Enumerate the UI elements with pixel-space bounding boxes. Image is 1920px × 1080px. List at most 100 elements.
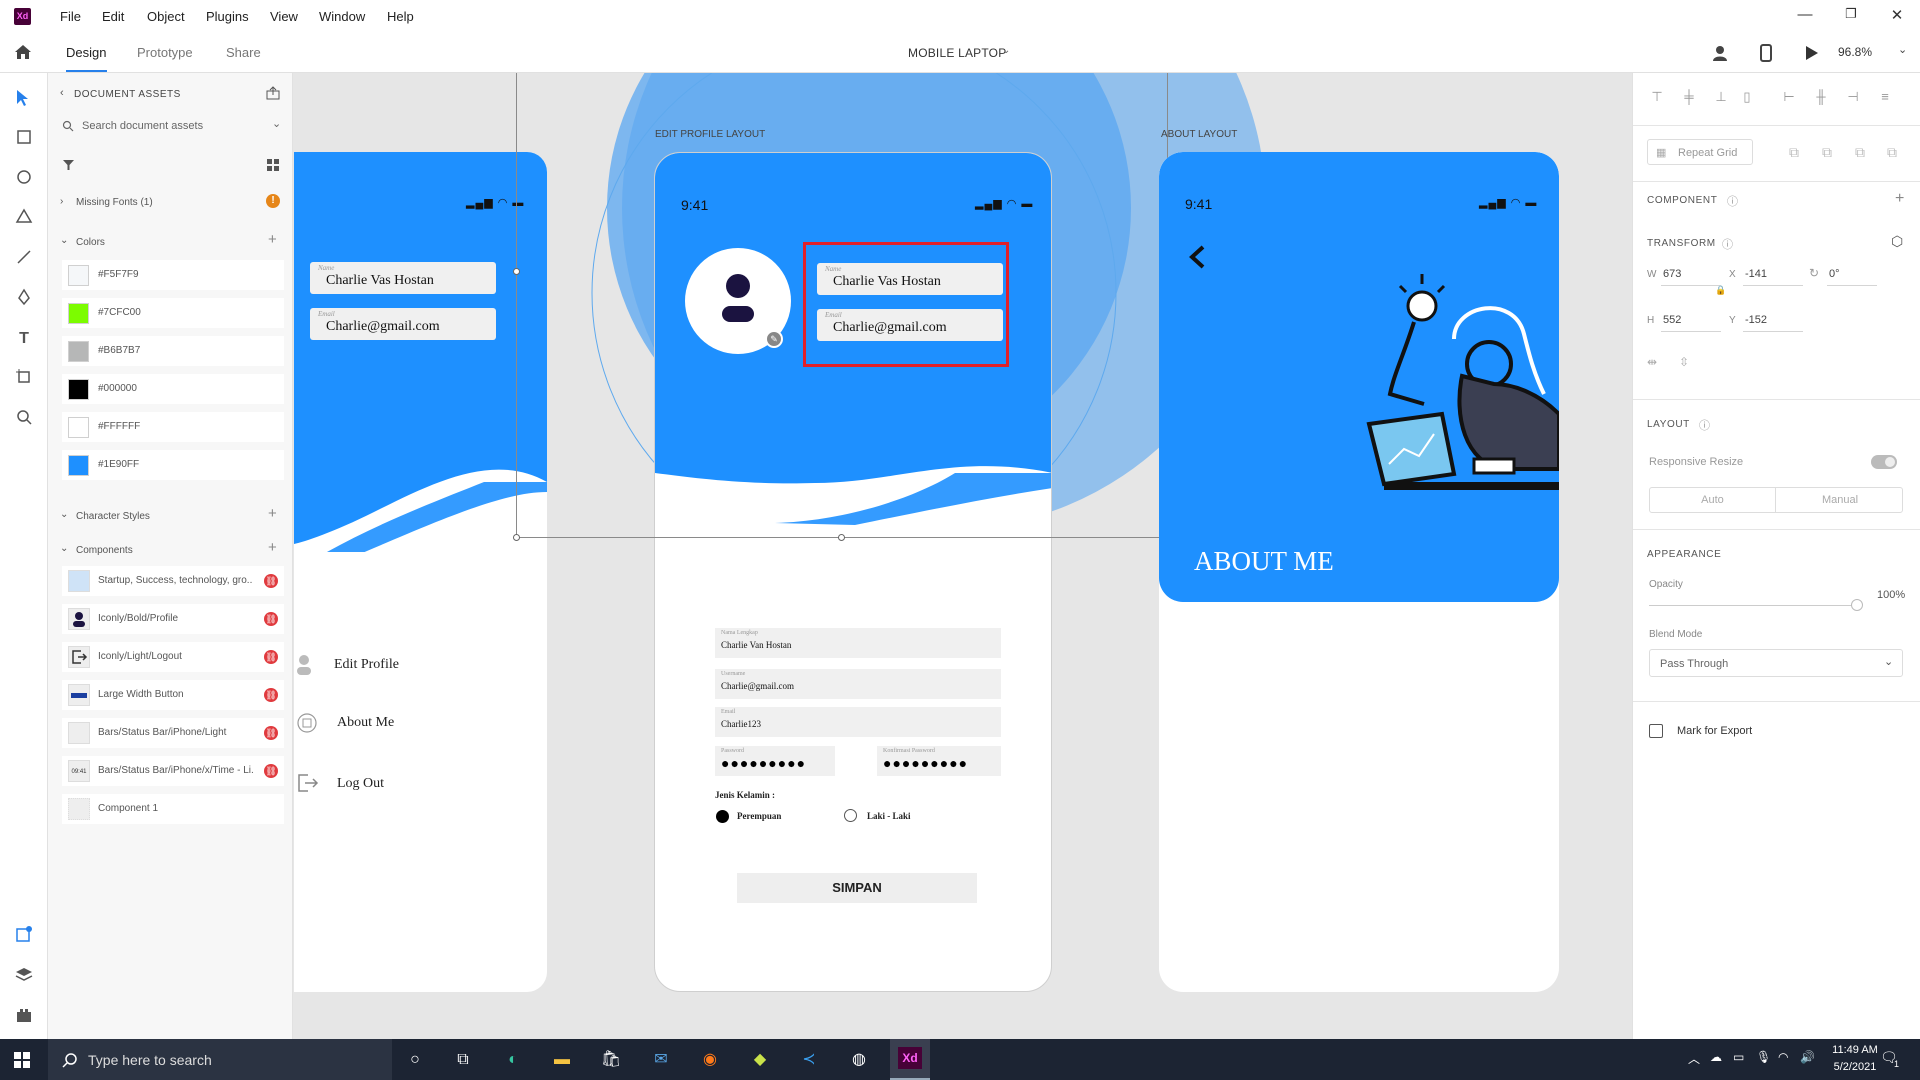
artboard-title-about[interactable]: ABOUT LAYOUT (1161, 129, 1237, 140)
info-icon[interactable]: ⓘ (1699, 417, 1710, 433)
close-icon[interactable]: ✕ (1882, 6, 1912, 24)
name-field[interactable]: Name Charlie Vas Hostan (817, 263, 1003, 295)
align-middle-icon[interactable]: ╪ (1681, 89, 1697, 105)
menu-help[interactable]: Help (387, 9, 414, 24)
edit-avatar-icon[interactable]: ✎ (765, 330, 783, 348)
back-chevron-icon[interactable]: ‹ (60, 87, 64, 99)
opacity-value[interactable]: 100% (1877, 589, 1905, 601)
menu-about-me[interactable]: About Me (337, 715, 394, 731)
boolean-add-icon[interactable]: ⧉ (1789, 144, 1799, 161)
steam-icon[interactable]: ◍ (846, 1047, 872, 1073)
microphone-icon[interactable]: 🎙 (1756, 1050, 1771, 1064)
task-view-icon[interactable]: ⧉ (450, 1047, 476, 1073)
text-tool-icon[interactable]: T (13, 328, 35, 350)
component-item[interactable]: Large Width Button ⛓ (62, 680, 284, 710)
component-item[interactable]: 09:41 Bars/Status Bar/iPhone/x/Time - Li.… (62, 756, 284, 786)
resize-handle[interactable] (838, 534, 845, 541)
align-top-icon[interactable]: ⊤ (1649, 89, 1665, 105)
auto-option[interactable]: Auto (1650, 488, 1776, 512)
tab-prototype[interactable]: Prototype (137, 45, 193, 60)
width-input[interactable]: 673 (1663, 268, 1681, 280)
search-options-chevron-icon[interactable]: ⌄ (272, 117, 281, 130)
polygon-tool-icon[interactable] (15, 208, 33, 224)
responsive-resize-toggle[interactable] (1871, 455, 1897, 469)
add-component-icon[interactable]: + (268, 539, 277, 556)
menu-file[interactable]: File (60, 9, 81, 24)
avatar[interactable]: ✎ (685, 248, 791, 354)
xd-taskbar-button[interactable]: Xd (890, 1039, 930, 1080)
menu-view[interactable]: View (270, 9, 298, 24)
volume-icon[interactable]: 🔊 (1800, 1050, 1815, 1064)
play-icon[interactable] (1805, 45, 1819, 61)
menu-log-out[interactable]: Log Out (337, 776, 384, 792)
save-button[interactable]: SIMPAN (737, 873, 977, 903)
mail-icon[interactable]: ✉ (648, 1047, 674, 1073)
resize-handle[interactable] (513, 268, 520, 275)
full-name-input[interactable]: Nama Lengkap Charlie Van Hostan (715, 628, 1001, 658)
align-left-icon[interactable]: ⊢ (1781, 89, 1797, 105)
line-tool-icon[interactable] (16, 249, 32, 265)
plugins-panel-icon[interactable] (15, 1007, 33, 1023)
add-component-icon[interactable]: + (1895, 190, 1904, 208)
add-color-icon[interactable]: + (268, 231, 277, 248)
email-field[interactable]: Email Charlie@gmail.com (310, 308, 496, 340)
radio-female[interactable] (716, 810, 729, 823)
home-icon[interactable] (14, 44, 32, 60)
component-item[interactable]: Startup, Success, technology, gro... ⛓ (62, 566, 284, 596)
device-preview-icon[interactable] (1760, 44, 1772, 62)
artboard-edit-profile[interactable]: 9:41 ▂▄▆ ◠ ▬ ✎ Name Charlie Vas Hostan E… (654, 152, 1052, 992)
radio-male[interactable] (844, 809, 857, 822)
info-icon[interactable]: ⓘ (1727, 193, 1738, 209)
confirm-password-input[interactable]: Konfirmasi Password ●●●●●●●●● (877, 746, 1001, 776)
link-icon[interactable]: ⛓ (264, 574, 278, 588)
info-icon[interactable]: ⓘ (1722, 236, 1733, 252)
color-swatch-row[interactable]: #FFFFFF (62, 412, 284, 442)
manual-option[interactable]: Manual (1777, 488, 1903, 512)
minimize-icon[interactable]: — (1790, 6, 1820, 23)
export-share-icon[interactable] (266, 86, 280, 100)
tab-share[interactable]: Share (226, 45, 261, 60)
collapse-chevron-icon[interactable]: ⌄ (60, 543, 68, 554)
file-explorer-icon[interactable]: ▬ (549, 1047, 575, 1073)
align-center-icon[interactable]: ╫ (1813, 89, 1829, 105)
pen-tool-icon[interactable] (16, 288, 32, 306)
store-icon[interactable]: 🛍 (598, 1047, 624, 1073)
vscode-icon[interactable]: ≺ (796, 1047, 822, 1073)
link-icon[interactable]: ⛓ (264, 612, 278, 626)
boolean-subtract-icon[interactable]: ⧉ (1822, 144, 1832, 161)
menu-edit-profile[interactable]: Edit Profile (334, 657, 399, 673)
search-input[interactable]: Search document assets (82, 120, 203, 132)
component-item[interactable]: Iconly/Light/Logout ⛓ (62, 642, 284, 672)
lock-aspect-icon[interactable]: 🔒 (1715, 285, 1726, 296)
artboard-about[interactable]: 9:41 ▂▄▆ ◠ ▬ ABOUT ME (1159, 152, 1559, 992)
email-field[interactable]: Email Charlie@gmail.com (817, 309, 1003, 341)
distribute-horizontal-icon[interactable]: ≡ (1877, 89, 1893, 105)
artboard-title-edit-profile[interactable]: EDIT PROFILE LAYOUT (655, 129, 765, 140)
link-icon[interactable]: ⛓ (264, 726, 278, 740)
menu-plugins[interactable]: Plugins (206, 9, 249, 24)
zoom-chevron-icon[interactable]: ⌄ (1898, 43, 1907, 56)
menu-edit[interactable]: Edit (102, 9, 124, 24)
ellipse-tool-icon[interactable] (16, 169, 32, 185)
3d-transform-icon[interactable]: ⬡ (1891, 233, 1903, 250)
zoom-tool-icon[interactable] (16, 409, 32, 425)
restore-icon[interactable]: ❐ (1836, 6, 1866, 22)
git-client-icon[interactable]: ◆ (747, 1047, 773, 1073)
link-icon[interactable]: ⛓ (264, 650, 278, 664)
zoom-level[interactable]: 96.8% (1838, 45, 1872, 59)
color-swatch-row[interactable]: #F5F7F9 (62, 260, 284, 290)
blend-mode-select[interactable]: Pass Through ⌄ (1649, 649, 1903, 677)
document-title[interactable]: MOBILE LAPTOP (908, 46, 1006, 60)
design-canvas[interactable]: ▂▄▆ ◠ ▬ Name Charlie Vas Hostan Email Ch… (294, 73, 1632, 1039)
link-icon[interactable]: ⛓ (264, 764, 278, 778)
height-input[interactable]: 552 (1663, 314, 1681, 326)
email-input[interactable]: Email Charlie123 (715, 707, 1001, 737)
color-swatch-row[interactable]: #1E90FF (62, 450, 284, 480)
boolean-exclude-icon[interactable]: ⧉ (1887, 144, 1897, 161)
artboard-tool-icon[interactable] (16, 369, 32, 385)
tab-design[interactable]: Design (66, 45, 106, 60)
firefox-icon[interactable]: ◉ (697, 1047, 723, 1073)
chevron-down-icon[interactable]: ⌄ (1002, 45, 1010, 56)
link-icon[interactable]: ⛓ (264, 688, 278, 702)
expand-chevron-icon[interactable]: › (60, 196, 63, 207)
